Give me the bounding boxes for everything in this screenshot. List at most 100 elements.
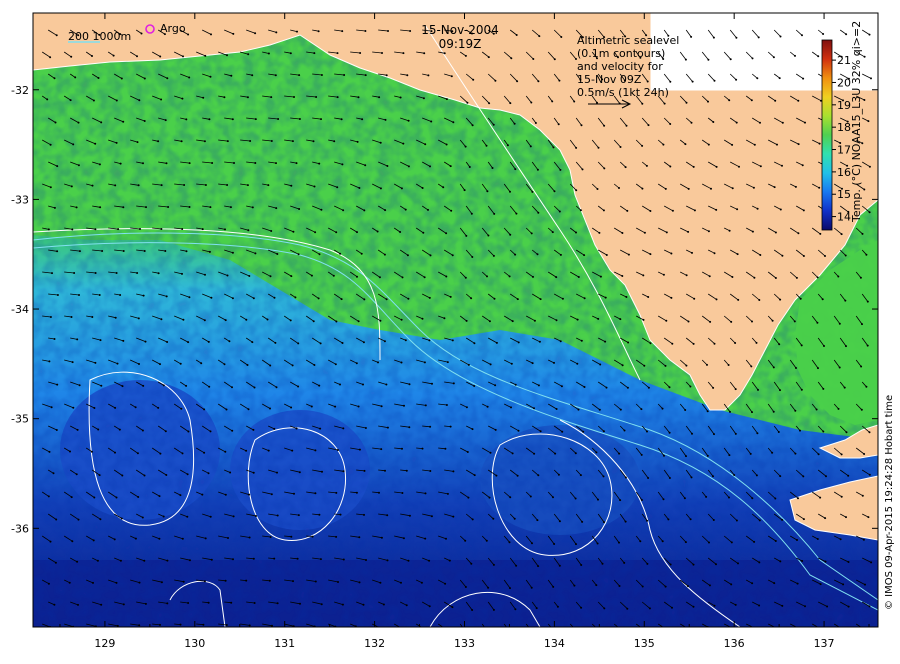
velocity-arrow-head	[424, 492, 427, 495]
velocity-arrow-head	[671, 342, 674, 345]
velocity-arrow-head	[275, 207, 278, 210]
velocity-arrow-head	[233, 162, 235, 164]
velocity-arrow-head	[576, 318, 579, 321]
velocity-arrow-head	[276, 253, 279, 255]
velocity-arrow-head	[602, 430, 605, 433]
velocity-arrow-head	[181, 272, 183, 275]
velocity-arrow-head	[776, 143, 778, 146]
velocity-arrow-head	[687, 320, 690, 323]
velocity-arrow-head	[255, 515, 257, 517]
velocity-arrow-head	[751, 230, 754, 233]
velocity-arrow-head	[56, 383, 59, 386]
velocity-arrow-head	[844, 299, 847, 302]
velocity-arrow-head	[529, 628, 531, 630]
velocity-arrow-head	[595, 451, 598, 454]
velocity-arrow-head	[464, 145, 467, 148]
velocity-arrow-head	[818, 142, 821, 145]
velocity-arrow-head	[365, 559, 367, 561]
velocity-arrow-head	[70, 55, 73, 58]
velocity-arrow-head	[137, 184, 140, 187]
velocity-arrow-head	[627, 253, 630, 256]
velocity-arrow-head	[55, 34, 58, 37]
velocity-arrow-head	[559, 253, 562, 256]
velocity-arrow-head	[341, 30, 344, 33]
svg-text:0.5m/s (1kt 24h): 0.5m/s (1kt 24h)	[577, 86, 669, 99]
velocity-arrow-head	[870, 77, 872, 80]
velocity-arrow-head	[556, 605, 559, 608]
velocity-arrow-head	[289, 319, 292, 322]
velocity-arrow-head	[207, 472, 210, 475]
velocity-arrow-head	[555, 408, 558, 410]
y-tick-label: -32	[11, 84, 29, 97]
velocity-arrow-head	[759, 121, 761, 124]
velocity-arrow-head	[115, 496, 118, 499]
velocity-arrow-head	[383, 340, 386, 343]
velocity-arrow-head	[779, 389, 781, 392]
velocity-arrow-head	[471, 518, 474, 521]
velocity-arrow-head	[164, 430, 167, 433]
velocity-arrow-head	[70, 496, 73, 499]
velocity-arrow-head	[533, 452, 536, 455]
velocity-arrow-head	[187, 430, 190, 433]
velocity-arrow-head	[800, 344, 803, 347]
velocity-arrow-head	[92, 539, 95, 542]
velocity-arrow-head	[598, 630, 600, 632]
velocity-arrow-head	[847, 605, 850, 608]
velocity-arrow-head	[122, 206, 125, 209]
velocity-arrow-head	[486, 630, 488, 632]
velocity-arrow-head	[712, 519, 715, 521]
velocity-arrow-head	[267, 184, 270, 187]
velocity-arrow-head	[56, 250, 59, 253]
velocity-arrow-head	[863, 99, 866, 101]
velocity-arrow-head	[357, 405, 360, 408]
velocity-arrow-head	[446, 492, 449, 495]
velocity-arrow-head	[93, 407, 96, 409]
velocity-arrow-head	[399, 231, 402, 233]
velocity-arrow-head	[268, 579, 271, 582]
velocity-arrow-head	[706, 410, 709, 413]
velocity-arrow-head	[605, 386, 608, 389]
velocity-arrow-head	[93, 496, 96, 499]
velocity-arrow-head	[248, 624, 251, 627]
velocity-arrow-head	[100, 603, 103, 606]
velocity-arrow-head	[203, 140, 206, 143]
velocity-arrow-head	[582, 430, 585, 433]
velocity-arrow-head	[539, 298, 542, 301]
velocity-arrow-head	[601, 562, 604, 565]
velocity-arrow-head	[245, 318, 248, 321]
velocity-arrow-head	[321, 470, 323, 473]
velocity-arrow-head	[781, 604, 784, 607]
velocity-arrow-head	[404, 208, 407, 211]
velocity-arrow-head	[538, 340, 541, 343]
velocity-arrow-head	[597, 146, 600, 149]
velocity-arrow-head	[75, 206, 78, 209]
velocity-arrow-head	[713, 604, 716, 607]
velocity-arrow-head	[356, 275, 358, 278]
velocity-arrow-head	[776, 627, 778, 629]
velocity-arrow-head	[751, 57, 754, 60]
velocity-arrow-head	[114, 451, 116, 454]
svg-text:Altimetric sealevel: Altimetric sealevel	[577, 34, 679, 47]
velocity-arrow-head	[298, 208, 301, 210]
velocity-arrow-head	[759, 254, 762, 256]
velocity-arrow-head	[552, 496, 554, 499]
velocity-arrow-head	[204, 184, 207, 186]
velocity-arrow-head	[646, 80, 649, 83]
velocity-arrow-head	[362, 341, 365, 344]
velocity-arrow-head	[114, 184, 117, 187]
velocity-arrow-head	[662, 143, 665, 146]
velocity-arrow-head	[648, 607, 651, 610]
velocity-arrow-head	[494, 79, 497, 82]
velocity-arrow-head	[661, 407, 664, 410]
velocity-arrow-head	[580, 124, 583, 127]
velocity-arrow-head	[226, 54, 228, 57]
velocity-arrow-head	[115, 581, 118, 584]
velocity-arrow-head	[96, 559, 99, 562]
velocity-arrow-head	[317, 297, 320, 300]
colorbar-scale	[821, 39, 833, 231]
velocity-arrow-head	[379, 187, 382, 190]
velocity-arrow-head	[797, 497, 799, 500]
velocity-arrow-head	[362, 603, 365, 606]
velocity-arrow-head	[715, 563, 717, 566]
velocity-arrow-head	[430, 120, 433, 123]
